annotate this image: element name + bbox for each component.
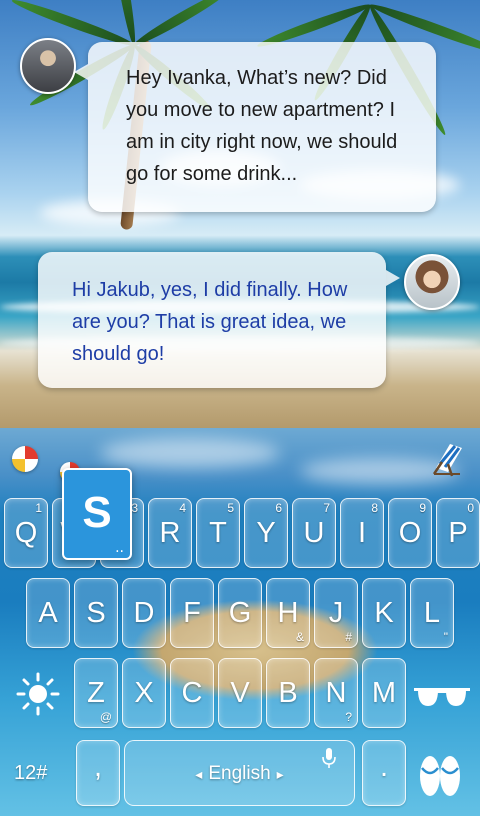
symbols-key[interactable]: 12# — [14, 762, 47, 785]
key-hint: 7 — [323, 501, 330, 515]
key-d[interactable]: D — [122, 578, 166, 648]
key-y[interactable]: Y6 — [244, 498, 288, 568]
key-label: A — [38, 597, 58, 629]
key-hint: 1 — [35, 501, 42, 515]
key-j[interactable]: J # — [314, 578, 358, 648]
key-label: S — [86, 597, 106, 629]
key-t[interactable]: T5 — [196, 498, 240, 568]
key-o[interactable]: O9 — [388, 498, 432, 568]
key-label: V — [230, 677, 250, 709]
key-label: T — [209, 517, 227, 549]
contact-avatar[interactable] — [20, 38, 76, 94]
sun-icon — [16, 672, 60, 716]
key-p[interactable]: P0 — [436, 498, 480, 568]
outgoing-message-bubble: Hi Jakub, yes, I did finally. How are yo… — [38, 252, 400, 388]
language-label: English — [208, 763, 271, 784]
key-label: K — [374, 597, 394, 629]
key-label: G — [228, 597, 252, 629]
key-sub-symbol: # — [345, 630, 352, 644]
key-n[interactable]: N? — [314, 658, 358, 728]
period-key[interactable]: . — [362, 740, 406, 806]
key-hint: 5 — [227, 501, 234, 515]
key-l[interactable]: L " — [410, 578, 454, 648]
key-label: N — [325, 677, 347, 709]
key-x[interactable]: X — [122, 658, 166, 728]
key-c[interactable]: C — [170, 658, 214, 728]
key-label: C — [181, 677, 203, 709]
shift-key[interactable] — [10, 666, 66, 722]
user-avatar[interactable] — [404, 254, 460, 310]
outgoing-message-text: Hi Jakub, yes, I did finally. How are yo… — [72, 279, 348, 365]
beach-chair-icon[interactable] — [428, 438, 468, 478]
key-label: P — [448, 517, 468, 549]
sunglasses-icon — [414, 688, 470, 706]
key-label: Z — [87, 677, 105, 709]
key-label: H — [277, 597, 299, 629]
incoming-message-bubble: Hey Ivanka, What’s new? Did you move to … — [74, 42, 436, 212]
key-g[interactable]: G — [218, 578, 262, 648]
key-u[interactable]: U7 — [292, 498, 336, 568]
key-i[interactable]: I8 — [340, 498, 384, 568]
key-hint: 3 — [131, 501, 138, 515]
key-sub-symbol: @ — [99, 710, 112, 724]
key-h[interactable]: H & — [266, 578, 310, 648]
key-hint: 6 — [275, 501, 282, 515]
key-label: U — [303, 517, 325, 549]
key-label: Y — [256, 517, 276, 549]
delete-key[interactable] — [414, 676, 470, 716]
prev-language-arrow: ◂ — [195, 766, 203, 782]
key-label: Q — [14, 517, 38, 549]
key-f[interactable]: F — [170, 578, 214, 648]
key-label: I — [357, 517, 367, 549]
key-sub-symbol: ? — [345, 710, 352, 724]
key-sub-symbol: & — [295, 630, 304, 644]
key-s[interactable]: S — [74, 578, 118, 648]
key-label: O — [398, 517, 422, 549]
enter-key[interactable] — [414, 750, 466, 800]
microphone-icon[interactable] — [322, 747, 336, 773]
key-sub-symbol: " — [443, 630, 448, 644]
key-r[interactable]: R4 — [148, 498, 192, 568]
flip-flops-icon — [420, 756, 460, 796]
key-label: R — [159, 517, 181, 549]
comma-key[interactable]: , — [76, 740, 120, 806]
keyboard: Q1W2E3R4T5Y6U7I8O9P0ASDFGH&J#KL"Z@XCVBN?… — [0, 428, 480, 816]
pressed-key-popup: S .. — [62, 468, 132, 560]
key-hint: 4 — [179, 501, 186, 515]
incoming-message-text: Hey Ivanka, What’s new? Did you move to … — [126, 67, 398, 185]
key-a[interactable]: A — [26, 578, 70, 648]
space-key[interactable]: ◂ English ▸ — [124, 740, 355, 806]
key-label: L — [423, 597, 441, 629]
key-v[interactable]: V — [218, 658, 262, 728]
key-label: D — [133, 597, 155, 629]
key-q[interactable]: Q1 — [4, 498, 48, 568]
key-label: B — [278, 677, 298, 709]
key-hint: 8 — [371, 501, 378, 515]
key-hint: 0 — [467, 501, 474, 515]
next-language-arrow: ▸ — [276, 766, 284, 782]
key-label: M — [371, 677, 397, 709]
key-label: X — [134, 677, 154, 709]
key-b[interactable]: B — [266, 658, 310, 728]
key-k[interactable]: K — [362, 578, 406, 648]
key-hint: 9 — [419, 501, 426, 515]
key-m[interactable]: M — [362, 658, 406, 728]
key-label: J — [328, 597, 344, 629]
key-label: F — [183, 597, 201, 629]
beach-ball-icon — [12, 446, 38, 472]
key-z[interactable]: Z @ — [74, 658, 118, 728]
